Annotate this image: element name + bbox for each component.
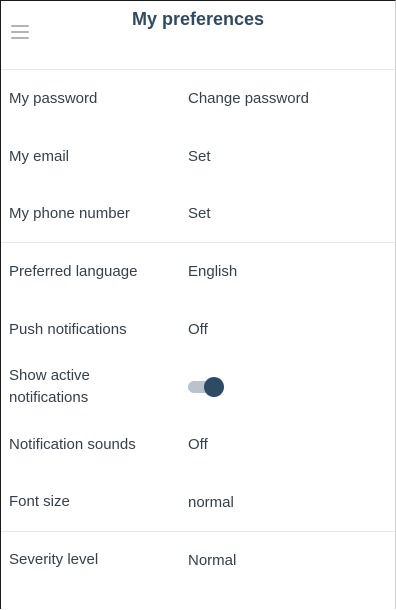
- preference-row-email: My email Set: [1, 128, 395, 186]
- preference-label: My email: [9, 147, 70, 165]
- page-title: My preferences: [131, 9, 265, 29]
- preference-row-severity: Severity level Normal: [1, 532, 395, 590]
- preferences-list: My password Change password My email Set…: [1, 70, 395, 589]
- font-size-select[interactable]: normal: [188, 494, 234, 511]
- preference-row-push-notifications: Push notifications Off: [1, 301, 395, 359]
- preference-row-phone: My phone number Set: [1, 185, 395, 244]
- preferences-screen: My preferences My password Change passwo…: [0, 0, 396, 609]
- toggle-knob: [204, 377, 224, 398]
- preference-label: Notification sounds: [9, 435, 136, 453]
- severity-level-select[interactable]: Normal: [188, 552, 236, 569]
- language-select[interactable]: English: [188, 263, 237, 280]
- push-notifications-select[interactable]: Off: [188, 321, 208, 338]
- preference-label: Preferred language: [9, 262, 138, 280]
- preference-row-show-active: Show active notifications: [1, 358, 395, 416]
- phone-value[interactable]: Set: [188, 205, 211, 222]
- preference-label: Show active notifications: [9, 367, 90, 407]
- preference-row-notification-sounds: Notification sounds Off: [1, 416, 395, 474]
- notification-sounds-select[interactable]: Off: [188, 436, 208, 453]
- preference-label: My password: [9, 89, 98, 107]
- header: My preferences: [1, 1, 395, 70]
- preference-label: My phone number: [9, 204, 130, 222]
- preference-label: Severity level: [9, 551, 99, 569]
- preference-row-password: My password Change password: [1, 70, 395, 128]
- preference-row-font-size: Font size normal: [1, 474, 395, 532]
- preference-label: Push notifications: [9, 320, 127, 338]
- preference-row-language: Preferred language English: [1, 243, 395, 301]
- preference-label: Font size: [9, 493, 70, 511]
- email-value[interactable]: Set: [188, 148, 211, 165]
- show-active-notifications-toggle[interactable]: [188, 377, 224, 398]
- change-password-link[interactable]: Change password: [188, 90, 309, 107]
